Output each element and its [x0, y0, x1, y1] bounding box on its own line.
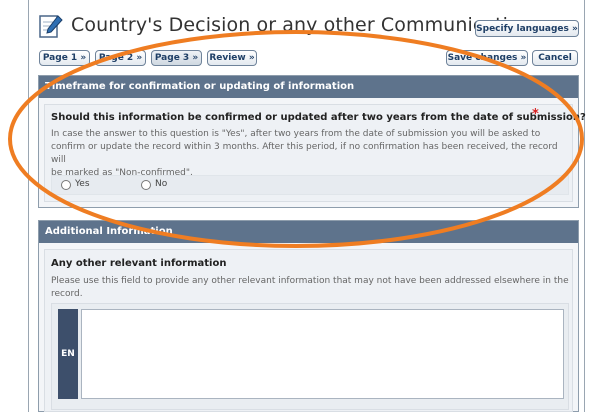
other-information-label: Any other relevant information [51, 258, 227, 269]
no-radio[interactable] [141, 180, 151, 190]
other-information-help-text: Please use this field to provide any oth… [51, 275, 571, 301]
confirmation-question: Should this information be confirmed or … [51, 112, 586, 123]
confirmation-help-text: In case the answer to this question is "… [51, 128, 571, 180]
no-radio-label: No [155, 179, 168, 189]
other-information-textarea[interactable] [81, 309, 564, 399]
help-line: Please use this field to provide any oth… [51, 276, 569, 286]
page-2-button[interactable]: Page 2 » [95, 50, 146, 66]
additional-information-header: Additional Information [39, 221, 578, 243]
timeframe-section-header: Timeframe for confirmation or updating o… [39, 76, 578, 98]
page-3-button[interactable]: Page 3 » [151, 50, 202, 66]
save-changes-button[interactable]: Save changes » [446, 50, 528, 66]
yes-radio-label: Yes [75, 179, 90, 189]
language-tab-en[interactable]: EN [58, 309, 78, 399]
page-1-button[interactable]: Page 1 » [39, 50, 90, 66]
cancel-button[interactable]: Cancel [532, 50, 578, 66]
page-title: Country's Decision or any other Communic… [71, 14, 532, 36]
yes-radio[interactable] [61, 180, 71, 190]
help-line: In case the answer to this question is "… [51, 129, 541, 139]
help-line: confirm or update the record within 3 mo… [51, 142, 558, 165]
help-line: record. [51, 289, 83, 299]
required-marker: * [532, 107, 539, 122]
confirmation-options-row [51, 175, 569, 195]
specify-languages-button[interactable]: Specify languages » [475, 20, 579, 37]
edit-record-icon [39, 15, 63, 38]
review-button[interactable]: Review » [207, 50, 257, 66]
